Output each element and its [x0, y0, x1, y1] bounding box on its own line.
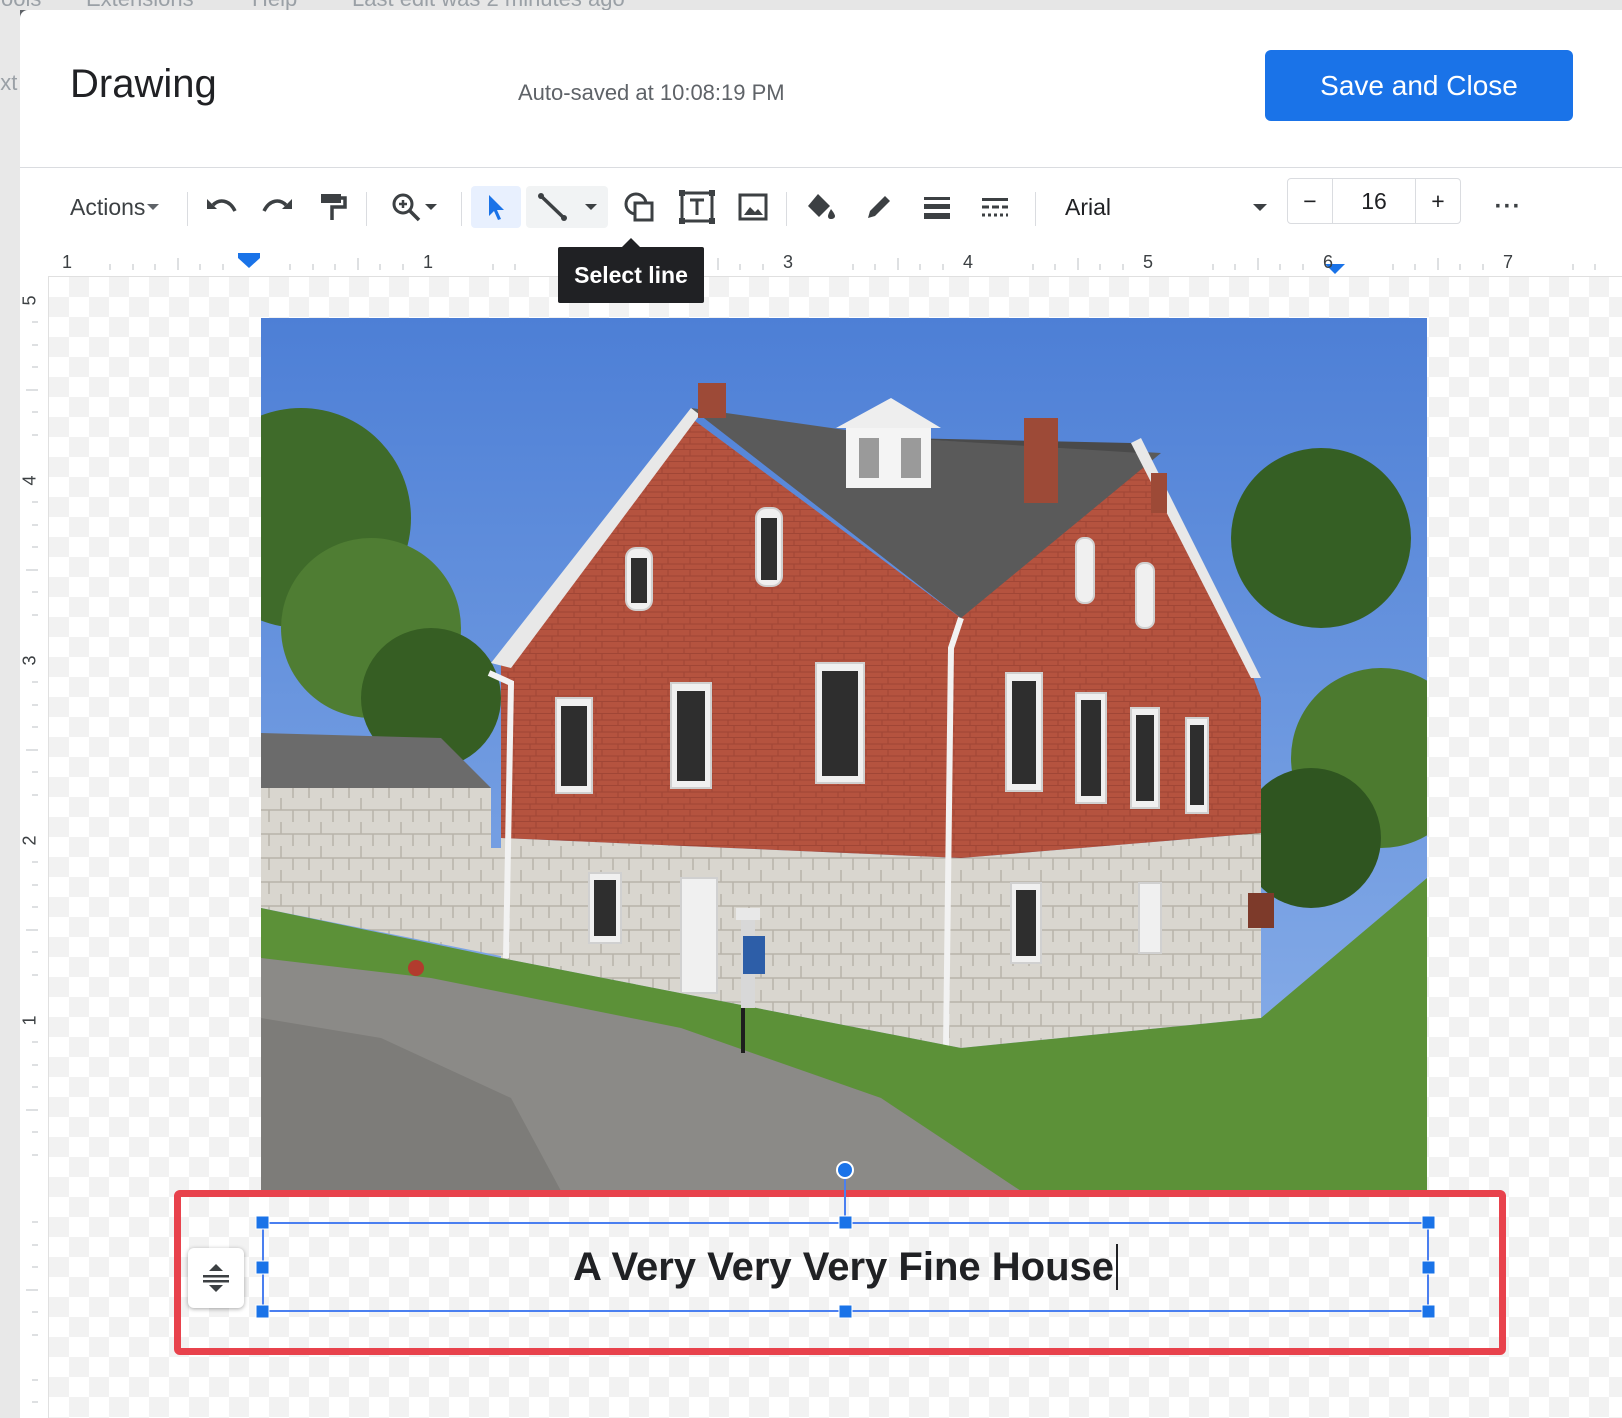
rotate-handle: [836, 1161, 854, 1179]
menu-tools: Tools: [0, 0, 41, 10]
resize-handle: [255, 1215, 270, 1230]
background-menu-bar: Tools Extensions Help Last edit was 2 mi…: [0, 0, 1622, 10]
vertical-align-button[interactable]: [188, 1248, 244, 1308]
resize-handle: [255, 1304, 270, 1319]
select-line-tooltip: Select line: [558, 238, 704, 303]
drawing-dialog: Drawing Auto-saved at 10:08:19 PM Save a…: [20, 10, 1622, 1418]
background-fragment: ext: [0, 70, 18, 95]
last-edit-text: Last edit was 2 minutes ago: [352, 0, 625, 10]
resize-handle: [255, 1260, 270, 1275]
resize-handle: [1421, 1304, 1436, 1319]
menu-extensions: Extensions: [86, 0, 194, 10]
menu-help: Help: [252, 0, 297, 10]
resize-handle: [1421, 1215, 1436, 1230]
resize-handle: [1421, 1260, 1436, 1275]
background-doc-edge: ext: [0, 10, 20, 1418]
resize-handle: [838, 1304, 853, 1319]
resize-handle: [838, 1215, 853, 1230]
vertical-align-icon: [203, 1264, 229, 1292]
selection-handles: [255, 1161, 1436, 1319]
